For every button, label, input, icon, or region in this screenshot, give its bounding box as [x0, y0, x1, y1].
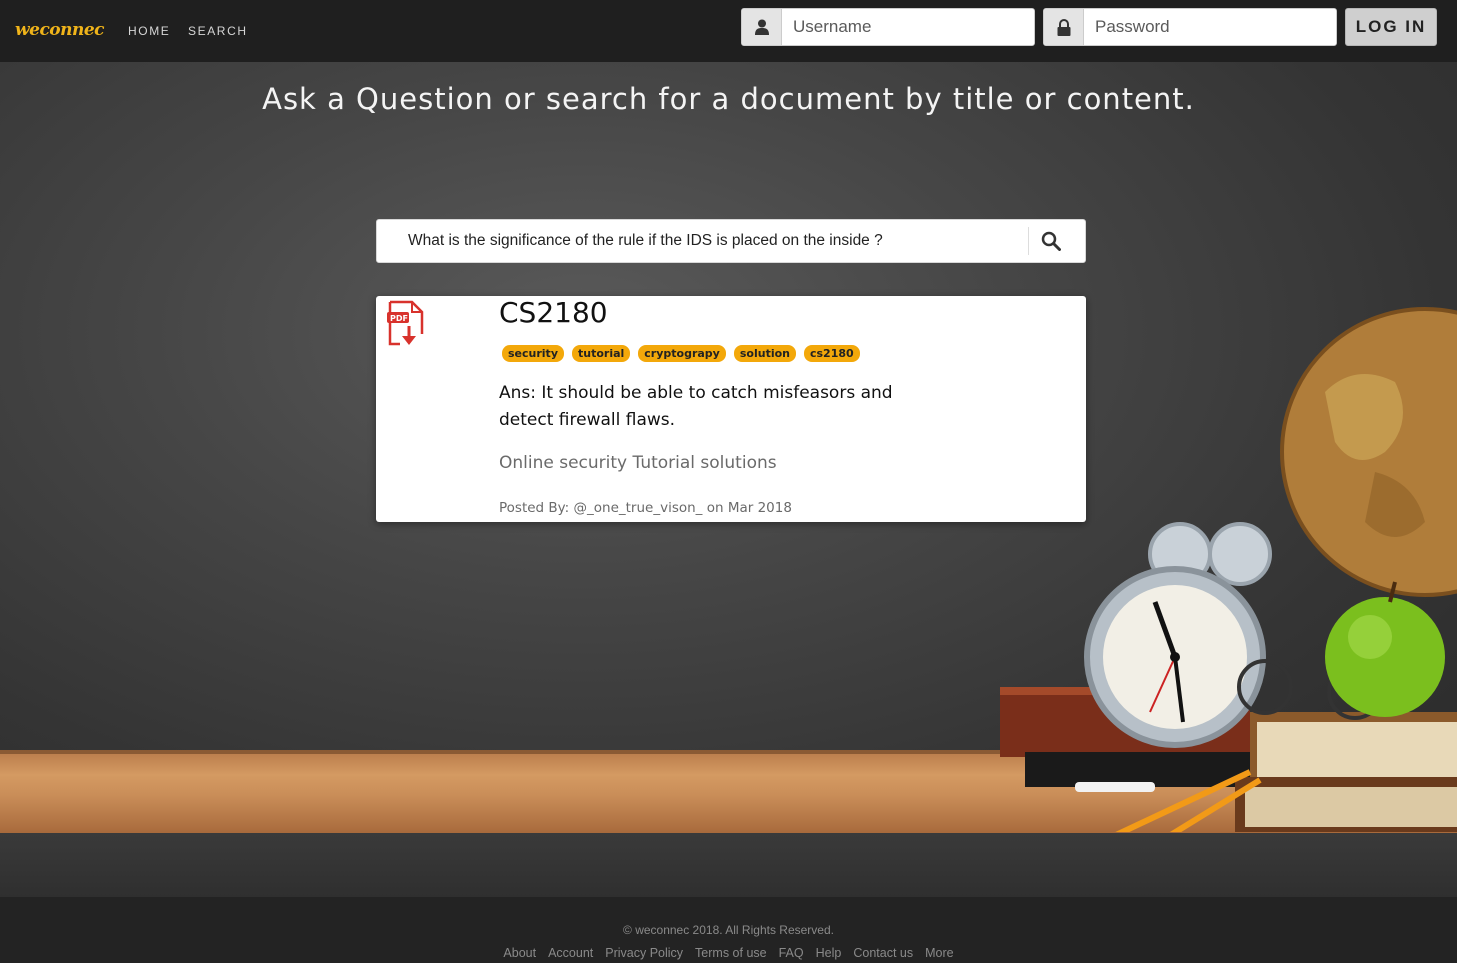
password-input[interactable]: [1084, 9, 1336, 45]
nav-home-link[interactable]: HOME: [128, 24, 170, 38]
footer-link-more[interactable]: More: [925, 946, 953, 960]
svg-text:PDF: PDF: [390, 314, 408, 323]
username-group: [741, 8, 1035, 46]
nav-search-link[interactable]: SEARCH: [188, 24, 248, 38]
footer-link-account[interactable]: Account: [548, 946, 593, 960]
search-icon: [1041, 231, 1061, 251]
footer-link-faq[interactable]: FAQ: [779, 946, 804, 960]
page-footer: © weconnec 2018. All Rights Reserved. Ab…: [0, 897, 1457, 963]
result-description[interactable]: Online security Tutorial solutions: [499, 453, 777, 473]
lower-band: [0, 833, 1457, 897]
top-navbar: weconnec HOME SEARCH LOG IN: [0, 0, 1457, 62]
result-title[interactable]: CS2180: [499, 296, 608, 329]
search-button[interactable]: [1029, 221, 1073, 261]
tag-cryptograpy[interactable]: cryptograpy: [638, 345, 726, 362]
footer-link-contact[interactable]: Contact us: [853, 946, 913, 960]
footer-link-about[interactable]: About: [503, 946, 536, 960]
footer-links: About Account Privacy Policy Terms of us…: [0, 946, 1457, 960]
search-input[interactable]: [378, 221, 1028, 261]
footer-link-help[interactable]: Help: [816, 946, 842, 960]
lock-icon: [1044, 9, 1084, 45]
tag-solution[interactable]: solution: [733, 345, 796, 362]
username-input[interactable]: [782, 9, 1034, 45]
hero-heading: Ask a Question or search for a document …: [262, 82, 1195, 116]
password-group: [1043, 8, 1337, 46]
result-answer: Ans: It should be able to catch misfeaso…: [499, 383, 893, 430]
footer-link-privacy-policy[interactable]: Privacy Policy: [605, 946, 683, 960]
copyright-text: © weconnec 2018. All Rights Reserved.: [623, 923, 834, 937]
tag-list: security tutorial cryptograpy solution c…: [502, 345, 860, 362]
footer-link-terms[interactable]: Terms of use: [695, 946, 767, 960]
search-bar: [376, 219, 1086, 263]
login-button[interactable]: LOG IN: [1345, 8, 1437, 46]
user-icon: [742, 9, 782, 45]
hero-chalkboard: Ask a Question or search for a document …: [0, 62, 1457, 833]
tag-security[interactable]: security: [502, 345, 564, 362]
tag-cs2180[interactable]: cs2180: [803, 345, 860, 362]
brand-logo[interactable]: weconnec: [15, 20, 105, 40]
result-posted-by: Posted By: @_one_true_vison_ on Mar 2018: [499, 500, 792, 516]
pdf-file-icon[interactable]: PDF: [386, 300, 426, 348]
search-result-card[interactable]: PDF CS2180 security tutorial cryptograpy…: [376, 296, 1086, 522]
tag-tutorial[interactable]: tutorial: [571, 345, 631, 362]
